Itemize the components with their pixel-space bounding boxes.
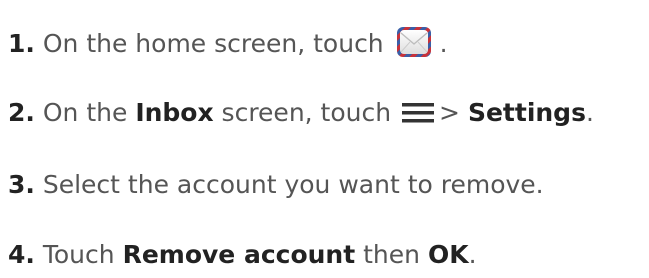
step-text: On the home screen, touch: [42, 29, 384, 58]
step-text-end: .: [468, 240, 477, 269]
step-number: 1.: [8, 29, 35, 58]
settings-label: Settings: [467, 98, 586, 127]
step-2: 2. On the Inbox screen, touch > Settings…: [8, 98, 594, 128]
step-3: 3. Select the account you want to remove…: [8, 170, 544, 200]
step-1: 1. On the home screen, touch .: [8, 27, 448, 59]
step-number: 4.: [8, 240, 35, 269]
step-4: 4. Touch Remove account then OK.: [8, 240, 477, 270]
step-text: On the: [42, 98, 136, 127]
step-text-end: .: [585, 98, 594, 127]
step-text: Select the account you want to remove.: [42, 170, 544, 199]
ok-label: OK: [427, 240, 469, 269]
step-text: Touch: [42, 240, 123, 269]
step-number: 2.: [8, 98, 35, 127]
menu-icon: [401, 101, 435, 123]
inbox-label: Inbox: [135, 98, 214, 127]
remove-account-label: Remove account: [122, 240, 356, 269]
step-number: 3.: [8, 170, 35, 199]
step-text-end: .: [439, 29, 448, 58]
step-text: screen, touch: [213, 98, 392, 127]
step-text: >: [439, 98, 468, 127]
step-text: then: [355, 240, 428, 269]
mail-icon: [396, 25, 432, 59]
